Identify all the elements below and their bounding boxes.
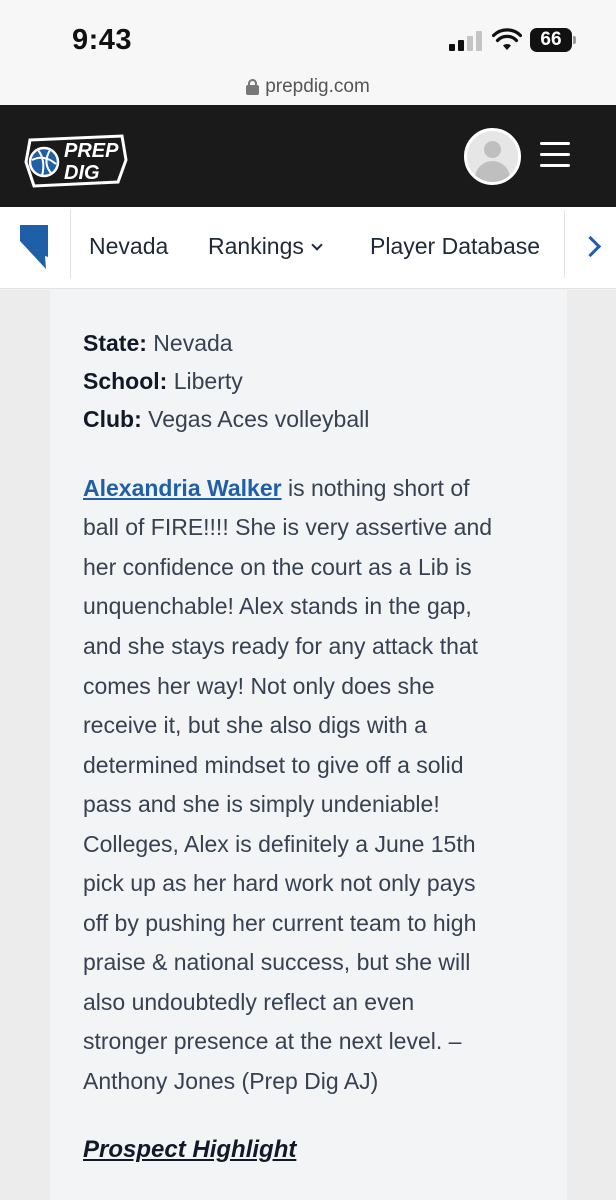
status-bar: 9:43 66 <box>0 0 616 70</box>
chevron-right-icon[interactable] <box>581 236 603 258</box>
site-header: PREP DIG <box>0 105 616 207</box>
nevada-state-icon[interactable] <box>20 225 48 269</box>
lock-icon <box>246 79 260 95</box>
prospect-highlight-heading[interactable]: Prospect Highlight <box>83 1136 296 1164</box>
wifi-icon <box>492 28 522 50</box>
logo-text-prep: PREP <box>64 140 119 162</box>
info-school: School: Liberty <box>83 368 243 395</box>
article-line: praise & national success, but she will <box>83 949 471 975</box>
article-line: and she stays ready for any attack that <box>83 633 479 659</box>
chevron-down-icon <box>311 239 323 251</box>
nav-item-rankings-label: Rankings <box>208 233 304 259</box>
nav-item-player-database[interactable]: Player Database <box>370 233 540 260</box>
user-avatar[interactable] <box>464 128 521 185</box>
nav-item-nevada[interactable]: Nevada <box>89 233 168 260</box>
club-value: Vegas Aces volleyball <box>148 406 370 432</box>
state-value: Nevada <box>153 330 233 356</box>
article-line: receive it, but she also digs with a <box>83 712 427 738</box>
nav-divider-right <box>564 210 565 278</box>
article-line: Alexandria Walker is nothing short of <box>83 475 470 502</box>
article-line: determined mindset to give off a solid <box>83 752 464 778</box>
battery-indicator: 66 <box>530 28 572 52</box>
article-line: Colleges, Alex is definitely a June 15th <box>83 831 476 857</box>
article-line: Anthony Jones (Prep Dig AJ) <box>83 1068 379 1094</box>
info-club: Club: Vegas Aces volleyball <box>83 406 369 433</box>
nav-divider <box>70 210 71 278</box>
browser-url-bar[interactable]: prepdig.com <box>0 70 616 105</box>
nav-item-rankings[interactable]: Rankings <box>208 233 323 260</box>
article-line-text: is nothing short of <box>281 475 470 501</box>
logo-text-dig: DIG <box>64 162 100 184</box>
club-label: Club: <box>83 406 142 432</box>
article-line: pass and she is simply undeniable! <box>83 791 440 817</box>
cellular-signal-icon <box>449 31 483 51</box>
prep-dig-logo[interactable]: PREP DIG <box>24 130 128 188</box>
article-line: stronger presence at the next level. – <box>83 1028 462 1054</box>
hamburger-menu-icon[interactable] <box>540 142 576 172</box>
school-label: School: <box>83 368 168 394</box>
article-line: comes her way! Not only does she <box>83 673 435 699</box>
info-state: State: Nevada <box>83 330 233 357</box>
article-line: also undoubtedly reflect an even <box>83 989 415 1015</box>
article-line: her confidence on the court as a Lib is <box>83 554 472 580</box>
article-line: ball of FIRE!!!! She is very assertive a… <box>83 514 493 540</box>
url-text[interactable]: prepdig.com <box>265 76 370 98</box>
article-line: pick up as her hard work not only pays <box>83 870 476 896</box>
state-label: State: <box>83 330 147 356</box>
school-value: Liberty <box>173 368 243 394</box>
battery-tip <box>573 36 576 44</box>
article-line: off by pushing her current team to high <box>83 910 477 936</box>
player-name-link[interactable]: Alexandria Walker <box>83 475 282 501</box>
article-line: unquenchable! Alex stands in the gap, <box>83 593 472 619</box>
status-time: 9:43 <box>72 24 133 56</box>
